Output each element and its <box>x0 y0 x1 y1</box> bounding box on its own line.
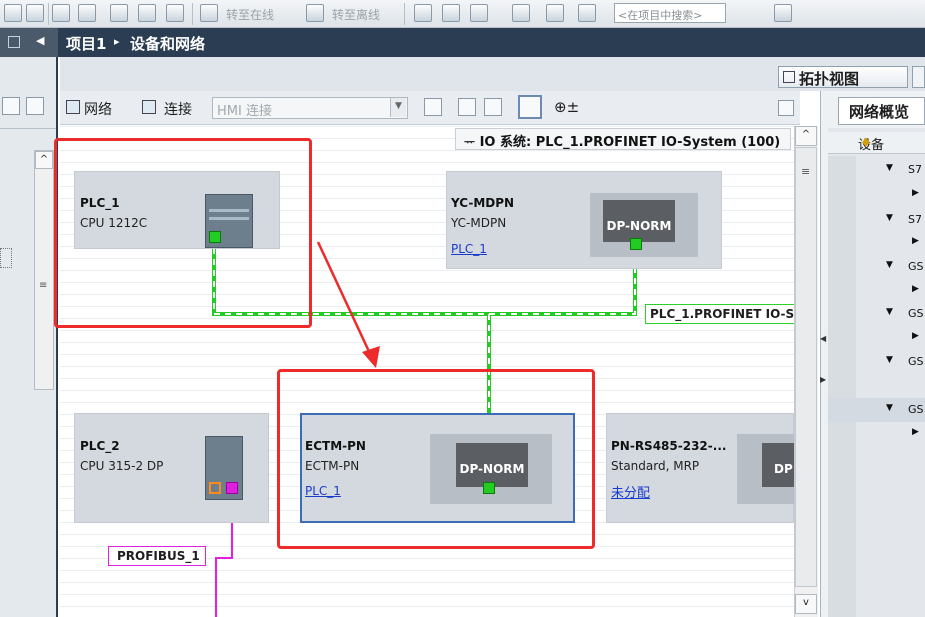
hmi-connection-select[interactable]: HMI 连接 <box>212 97 408 119</box>
device-name: PLC_2 <box>80 439 120 453</box>
topology-icon <box>783 71 795 83</box>
go-online-button[interactable]: 转至在线 <box>226 6 274 23</box>
split-horizontal-icon[interactable] <box>546 4 564 22</box>
scroll-down-icon[interactable]: v <box>795 594 817 614</box>
toolbar-icon[interactable] <box>78 4 96 22</box>
annotation-highlight-ectm-pn <box>277 369 595 549</box>
grip-icon[interactable]: ≡ <box>801 165 810 178</box>
breadcrumb-project[interactable]: 项目1 <box>66 33 106 54</box>
connection-button[interactable]: 连接 <box>138 97 208 119</box>
device-name-icon[interactable] <box>424 98 442 116</box>
tree-row[interactable]: ▼ GS <box>828 350 925 374</box>
toolbar-icon[interactable] <box>166 4 184 22</box>
tree-scrollbar[interactable] <box>34 150 54 390</box>
io-system-text: IO 系统: PLC_1.PROFINET IO-System (100) <box>479 135 781 150</box>
tree-action-icon[interactable] <box>26 97 44 115</box>
toolbar-icon[interactable] <box>458 98 476 116</box>
tab-network-overview[interactable]: 网络概览 <box>838 97 925 125</box>
toolbar-icon[interactable] <box>52 4 70 22</box>
tree-row[interactable]: ▶ <box>828 231 925 255</box>
tab-network-view[interactable] <box>912 66 925 88</box>
profinet-port[interactable] <box>630 238 642 250</box>
zoom-icon[interactable]: ⊕± <box>554 98 579 116</box>
toolbar-icon[interactable] <box>110 4 128 22</box>
tree-row[interactable]: ▶ <box>828 422 925 446</box>
splitter-right-icon[interactable]: ▶ <box>820 375 826 389</box>
tree-row[interactable]: ▼ S7 <box>828 208 925 232</box>
go-online-icon[interactable] <box>200 4 218 22</box>
grip-icon[interactable]: ≡ <box>39 280 47 291</box>
split-vertical-icon[interactable] <box>578 4 596 22</box>
device-icon: ♦ <box>860 136 872 151</box>
tree-row[interactable]: ▶ <box>828 279 925 303</box>
toolbar-icon[interactable] <box>26 4 44 22</box>
dp-norm-module: DP <box>762 443 794 487</box>
tree-row[interactable]: ▼ GS <box>828 302 925 326</box>
tree-row[interactable]: ▶ <box>828 183 925 207</box>
io-system-label: ᅲ IO 系统: PLC_1.PROFINET IO-System (100) <box>455 128 791 150</box>
project-search-input[interactable]: <在项目中搜索> <box>614 3 726 23</box>
toolbar-separator <box>192 3 193 25</box>
toolbar-icon[interactable] <box>442 4 460 22</box>
scroll-up-icon[interactable]: ^ <box>795 126 817 146</box>
go-offline-button[interactable]: 转至离线 <box>332 6 380 23</box>
annotation-highlight-plc-1 <box>54 138 312 328</box>
panel-layout-icon[interactable] <box>518 95 542 119</box>
search-icon[interactable] <box>774 4 792 22</box>
toolbar-separator <box>48 3 49 25</box>
profibus-port[interactable] <box>226 482 238 494</box>
annotation-arrow <box>316 241 380 368</box>
device-type: Standard, MRP <box>611 459 700 473</box>
main-toolbar: 转至在线 转至离线 <在项目中搜索> <box>0 0 925 28</box>
toolbar-icon[interactable] <box>138 4 156 22</box>
io-controller-link[interactable]: 未分配 <box>611 482 650 501</box>
dp-norm-module: DP-NORM <box>603 200 675 242</box>
splitter-left-icon[interactable]: ◀ <box>820 334 826 348</box>
breadcrumb-page: 设备和网络 <box>130 35 206 53</box>
device-name: YC-MDPN <box>451 196 515 210</box>
go-offline-icon[interactable] <box>306 4 324 22</box>
breadcrumb-separator: ▸ <box>114 35 120 48</box>
panel-toggle-icon[interactable] <box>8 36 20 48</box>
tree-row[interactable]: ▶ <box>828 326 925 350</box>
profinet-network-label[interactable]: PLC_1.PROFINET IO-S <box>645 304 800 324</box>
profibus-network-label[interactable]: PROFIBUS_1 <box>108 546 206 566</box>
device-type: YC-MDPN <box>451 216 507 230</box>
toolbar-icon[interactable] <box>4 4 22 22</box>
grid-icon[interactable] <box>484 98 502 116</box>
close-icon[interactable] <box>512 4 530 22</box>
tree-scroll-up[interactable]: ^ <box>35 151 53 169</box>
accessible-devices-icon[interactable] <box>414 4 432 22</box>
network-button[interactable]: 网络 <box>64 97 127 119</box>
chevron-down-icon[interactable]: ▼ <box>390 98 406 117</box>
scroll-thumb[interactable] <box>795 147 817 587</box>
device-name: PN-RS485-232-... <box>611 439 727 453</box>
device-type: CPU 315-2 DP <box>80 459 164 473</box>
tree-row[interactable]: ▼ GS <box>828 255 925 279</box>
tree-row[interactable]: ▼ GS <box>828 398 925 422</box>
toolbar-separator <box>404 3 405 25</box>
toolbar-icon[interactable] <box>470 4 488 22</box>
tree-divider <box>0 128 56 129</box>
tab-topology-view[interactable]: 拓扑视图 <box>778 66 908 88</box>
column-header-device[interactable]: 设备 <box>828 132 925 154</box>
toolbar-icon[interactable] <box>778 100 794 116</box>
tree-row[interactable]: ▼ S7 <box>828 158 925 182</box>
mpi-port[interactable] <box>209 482 221 494</box>
io-controller-link[interactable]: PLC_1 <box>451 242 487 256</box>
pin-icon[interactable]: ᅲ <box>464 135 475 149</box>
tree-view-icon[interactable] <box>2 97 20 115</box>
tree-selection-marker <box>0 248 12 268</box>
collapse-left-icon[interactable]: ◀ <box>36 34 44 47</box>
